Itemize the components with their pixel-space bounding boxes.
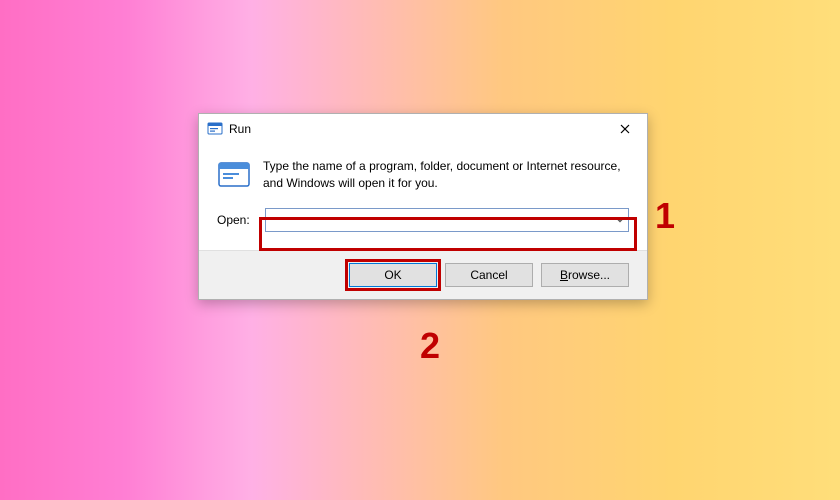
dialog-title: Run [229,122,611,136]
titlebar[interactable]: Run [199,114,647,144]
browse-button[interactable]: Browse... [541,263,629,287]
cancel-button[interactable]: Cancel [445,263,533,287]
open-combo-wrap [265,208,629,232]
annotation-2: 2 [420,325,440,367]
ok-button[interactable]: OK [349,263,437,287]
open-input[interactable] [265,208,629,232]
annotation-1: 1 [655,195,675,237]
run-dialog: Run Type the name of a program, folder, … [198,113,648,300]
run-titlebar-icon [207,121,223,137]
run-app-icon [217,158,251,192]
button-bar: OK Cancel Browse... [199,250,647,299]
open-label: Open: [217,213,257,227]
close-button[interactable] [611,118,639,140]
dialog-description: Type the name of a program, folder, docu… [263,158,629,192]
dialog-body: Type the name of a program, folder, docu… [199,144,647,250]
close-icon [620,124,630,134]
